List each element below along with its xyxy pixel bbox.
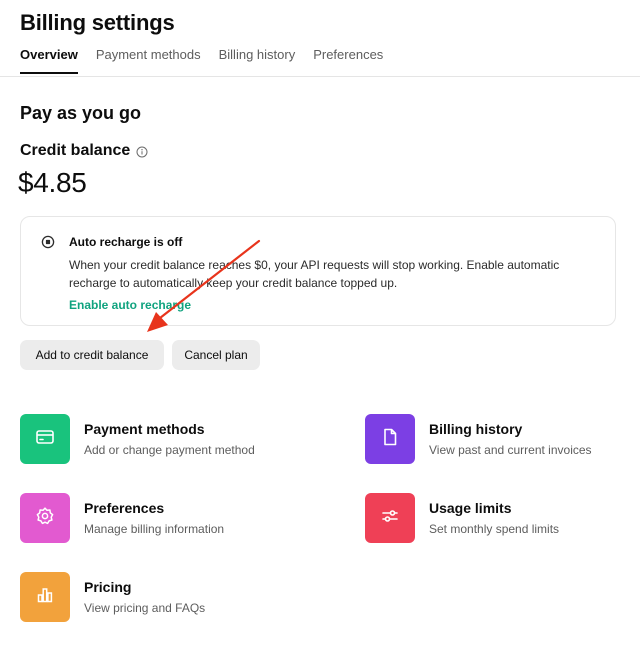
page-title: Billing settings	[20, 10, 175, 35]
card-subtitle: View pricing and FAQs	[84, 601, 206, 615]
enable-auto-recharge-link[interactable]: Enable auto recharge	[69, 298, 191, 312]
card-title: Usage limits	[429, 500, 512, 516]
card-tile	[20, 414, 70, 464]
card-tile	[365, 493, 415, 543]
tab-payment-methods[interactable]: Payment methods	[96, 47, 201, 74]
stop-circle-icon	[41, 235, 55, 249]
card-tile	[365, 414, 415, 464]
card-title: Payment methods	[84, 421, 205, 437]
notice-title: Auto recharge is off	[69, 235, 183, 249]
credit-balance-label-text: Credit balance	[20, 142, 131, 159]
credit-card-icon	[35, 427, 55, 452]
document-icon	[380, 427, 400, 452]
info-icon[interactable]	[136, 145, 148, 158]
card-tile	[20, 572, 70, 622]
card-billing-history[interactable]: Billing history View past and current in…	[365, 414, 592, 464]
tab-billing-history[interactable]: Billing history	[219, 47, 296, 74]
card-subtitle: Set monthly spend limits	[429, 522, 560, 536]
card-preferences[interactable]: Preferences Manage billing information	[20, 493, 224, 543]
notice-body: When your credit balance reaches $0, you…	[69, 258, 560, 290]
tab-overview[interactable]: Overview	[20, 47, 78, 74]
card-tile	[20, 493, 70, 543]
sliders-icon	[380, 506, 400, 531]
card-usage-limits[interactable]: Usage limits Set monthly spend limits	[365, 493, 559, 543]
card-title: Billing history	[429, 421, 523, 437]
tab-bar: Overview Payment methods Billing history…	[20, 47, 383, 74]
plan-title: Pay as you go	[20, 103, 142, 123]
gear-icon	[35, 506, 55, 531]
credit-balance-amount: $4.85	[18, 167, 87, 198]
bar-chart-icon	[35, 585, 55, 610]
card-subtitle: Add or change payment method	[84, 443, 255, 457]
auto-recharge-notice: Auto recharge is off When your credit ba…	[20, 216, 616, 326]
card-payment-methods[interactable]: Payment methods Add or change payment me…	[20, 414, 255, 464]
cancel-plan-button[interactable]: Cancel plan	[172, 340, 260, 370]
card-title: Preferences	[84, 500, 165, 516]
card-subtitle: Manage billing information	[84, 522, 225, 536]
card-pricing[interactable]: Pricing View pricing and FAQs	[20, 572, 205, 622]
card-subtitle: View past and current invoices	[429, 443, 592, 457]
tabs-divider	[0, 76, 640, 77]
card-title: Pricing	[84, 579, 132, 595]
tab-preferences[interactable]: Preferences	[313, 47, 383, 74]
add-to-credit-balance-button[interactable]: Add to credit balance	[20, 340, 164, 370]
credit-balance-label: Credit balance	[20, 142, 148, 160]
